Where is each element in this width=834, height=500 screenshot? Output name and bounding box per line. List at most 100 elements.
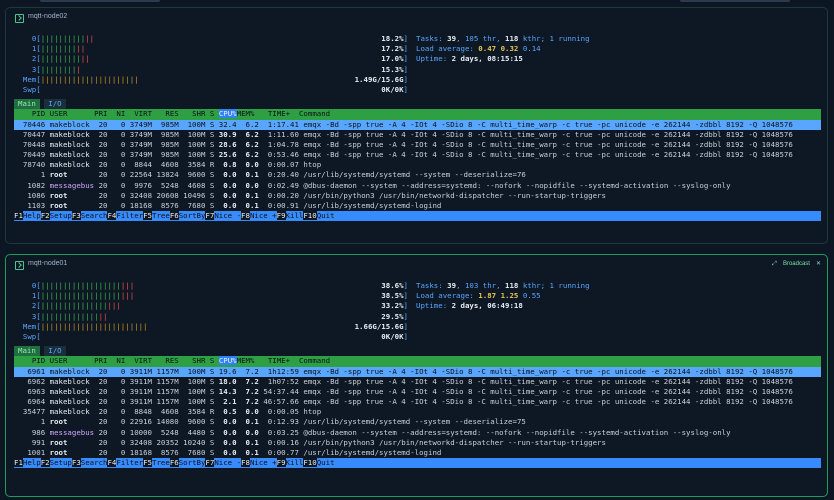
process-row[interactable]: 6963 makeblock 20 0 3911M 1157M 100M S 1… (14, 387, 821, 397)
col-time[interactable]: TIME+ (268, 356, 290, 365)
process-row[interactable]: 6961 makeblock 20 0 3911M 1157M 100M S 1… (14, 366, 821, 377)
tab-strip-right[interactable] (680, 0, 790, 2)
col-mem[interactable]: MEM% (237, 109, 255, 118)
fkey-f6[interactable]: F6 (169, 211, 179, 221)
process-row[interactable]: 78740 makeblock 20 0 8844 4608 3584 R 0.… (14, 160, 821, 170)
col-pid[interactable]: PID (32, 109, 45, 118)
fkey-label-search[interactable]: Search (81, 458, 108, 467)
tab-main[interactable]: Main (14, 346, 40, 357)
process-row[interactable]: 1 root 20 0 22916 14080 9600 S 0.0 0.1 0… (14, 417, 821, 427)
fkey-label-nice[interactable]: Nice + (250, 211, 277, 220)
fkey-f1[interactable]: F1 (14, 211, 23, 221)
fkey-f5[interactable]: F5 (143, 211, 152, 221)
process-row[interactable]: 6962 makeblock 20 0 3911M 1157M 100M S 1… (14, 377, 821, 387)
process-row[interactable]: 1 root 20 0 22564 13824 9600 S 0.0 0.1 0… (14, 170, 821, 180)
col-cpu[interactable]: CPU% (218, 109, 237, 119)
fkey-label-search[interactable]: Search (81, 211, 108, 220)
fkey-label-kill[interactable]: Kill (286, 211, 304, 220)
fkey-label-setup[interactable]: Setup (50, 211, 72, 220)
process-row[interactable]: 70449 makeblock 20 0 3749M 985M 100M S 2… (14, 150, 821, 160)
col-virt[interactable]: VIRT (134, 109, 152, 118)
fkey-f8[interactable]: F8 (241, 458, 250, 468)
fkey-label-help[interactable]: Help (23, 211, 41, 220)
col-virt[interactable]: VIRT (134, 356, 152, 365)
col-cpu[interactable]: CPU% (218, 356, 237, 366)
fkey-f9[interactable]: F9 (276, 458, 286, 468)
col-ni[interactable]: NI (116, 356, 125, 365)
fkey-label-quit[interactable]: Quit (317, 211, 335, 220)
tab-io[interactable]: I/O (44, 99, 66, 110)
fkey-f3[interactable]: F3 (71, 211, 81, 221)
tab-strip-left[interactable] (40, 0, 160, 2)
fkey-f8[interactable]: F8 (241, 211, 250, 221)
fkey-f9[interactable]: F9 (276, 211, 286, 221)
fkey-f5[interactable]: F5 (143, 458, 152, 468)
fkey-f7[interactable]: F7 (205, 458, 215, 468)
process-row[interactable]: 6964 makeblock 20 0 3911M 1157M 100M S 2… (14, 397, 821, 407)
process-mem: 7.2 (245, 397, 259, 407)
process-row[interactable]: 1001 root 20 0 18168 8576 7680 S 0.0 0.1… (14, 448, 821, 458)
fkey-f7[interactable]: F7 (205, 211, 215, 221)
col-res[interactable]: RES (165, 109, 178, 118)
fkey-label-sortby[interactable]: SortBy (179, 211, 206, 220)
fkey-f6[interactable]: F6 (169, 458, 179, 468)
process-pri: 20 (98, 437, 108, 447)
col-shr[interactable]: SHR (192, 109, 205, 118)
fkey-f2[interactable]: F2 (40, 458, 50, 468)
col-res[interactable]: RES (165, 356, 178, 365)
col-pri[interactable]: PRI (94, 109, 107, 118)
col-pid[interactable]: PID (32, 356, 45, 365)
col-mem[interactable]: MEM% (237, 356, 255, 365)
fkey-label-nice[interactable]: Nice - (214, 458, 241, 467)
fkey-label-nice[interactable]: Nice - (214, 211, 241, 220)
col-user[interactable]: USER (50, 109, 68, 118)
fkey-f1[interactable]: F1 (14, 458, 23, 468)
process-row[interactable]: 70446 makeblock 20 0 3749M 985M 100M S 3… (14, 119, 821, 130)
process-row[interactable]: 986 messagebus 20 0 10000 5248 4480 S 0.… (14, 428, 821, 438)
fkey-f3[interactable]: F3 (71, 458, 81, 468)
process-row[interactable]: 991 root 20 0 32408 20352 10240 S 0.0 0.… (14, 438, 821, 448)
tab-main[interactable]: Main (14, 99, 40, 110)
expand-icon[interactable]: ⤢ (772, 261, 777, 267)
fkey-label-nice[interactable]: Nice + (250, 458, 277, 467)
col-shr[interactable]: SHR (192, 356, 205, 365)
col-command[interactable]: Command (299, 356, 330, 365)
col-ni[interactable]: NI (116, 109, 125, 118)
process-row[interactable]: 1103 root 20 0 18168 8576 7680 S 0.0 0.1… (14, 201, 821, 211)
col-pri[interactable]: PRI (94, 356, 107, 365)
col-command[interactable]: Command (299, 109, 330, 118)
fkey-label-sortby[interactable]: SortBy (179, 458, 206, 467)
htop-terminal[interactable]: 0[||||||||||||||||||||| 38.6%] Tasks: 39, … (14, 281, 821, 469)
kthr-label: kthr; (518, 34, 550, 43)
terminal-panel[interactable]: mqtt-node01 ⤢ Broadcast ✕ 0[|||||||||||||||… (5, 254, 828, 497)
process-row[interactable]: 1082 messagebus 20 0 9976 5248 4608 S 0.… (14, 181, 821, 191)
process-row[interactable]: 35477 makeblock 20 0 8848 4608 3584 R 0.… (14, 407, 821, 417)
fkey-f2[interactable]: F2 (40, 211, 50, 221)
fkey-label-filter[interactable]: Filter (116, 211, 143, 220)
fkey-label-tree[interactable]: Tree (152, 211, 170, 220)
tab-io[interactable]: I/O (44, 346, 66, 357)
fkey-label-filter[interactable]: Filter (116, 458, 143, 467)
fkey-label-tree[interactable]: Tree (152, 458, 170, 467)
fkey-label-setup[interactable]: Setup (50, 458, 72, 467)
uptime-label: Uptime: (416, 54, 452, 64)
process-row[interactable]: 70448 makeblock 20 0 3749M 985M 100M S 2… (14, 140, 821, 150)
col-user[interactable]: USER (50, 356, 68, 365)
fkey-label-help[interactable]: Help (23, 458, 41, 467)
process-row[interactable]: 1086 root 20 0 32408 20608 10496 S 0.0 0… (14, 191, 821, 201)
cpu-meter: 3[||||||||| 15.3%] (14, 65, 821, 75)
uptime-value: 2 days, 06:49:18 (451, 301, 523, 311)
fkey-label-quit[interactable]: Quit (317, 458, 335, 467)
fkey-f10[interactable]: F10 (303, 211, 317, 221)
fkey-label-kill[interactable]: Kill (286, 458, 304, 467)
close-icon[interactable]: ✕ (816, 261, 821, 267)
col-time[interactable]: TIME+ (268, 109, 290, 118)
process-row[interactable]: 70447 makeblock 20 0 3749M 985M 100M S 3… (14, 130, 821, 140)
fkey-f10[interactable]: F10 (303, 458, 317, 468)
broadcast-button[interactable]: Broadcast (783, 261, 810, 267)
terminal-panel[interactable]: mqtt-node02 0[|||||||||||| 18.2%] Tasks: 3… (5, 7, 828, 244)
htop-terminal[interactable]: 0[|||||||||||| 18.2%] Tasks: 39, 105 thr, … (14, 34, 821, 222)
